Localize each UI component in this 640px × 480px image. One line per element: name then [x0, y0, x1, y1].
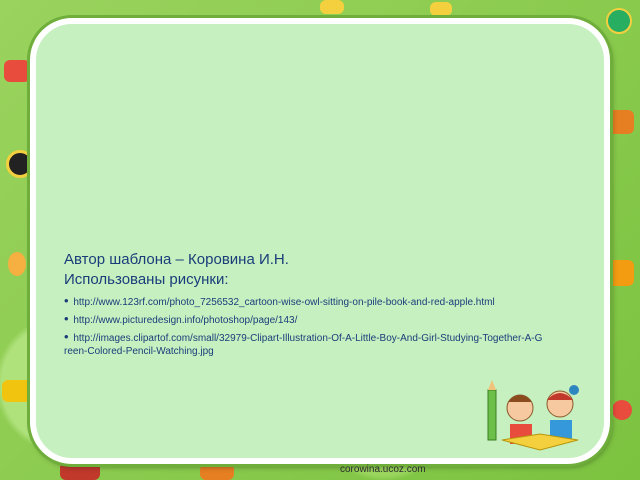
site-footer: corowina.ucoz.com	[340, 464, 426, 475]
image-links-list: • http://www.123rf.com/photo_7256532_car…	[64, 294, 544, 358]
ball-icon	[612, 400, 632, 420]
credits-block: Автор шаблона – Коровина И.Н. Использова…	[64, 250, 544, 361]
author-line: Автор шаблона – Коровина И.Н.	[64, 251, 289, 268]
toy-car-icon	[608, 260, 634, 286]
image-link[interactable]: • http://www.123rf.com/photo_7256532_car…	[64, 294, 544, 309]
kids-reading-icon	[480, 380, 590, 460]
bullet-icon: •	[64, 293, 69, 308]
image-link[interactable]: • http://images.clipartof.com/small/3297…	[64, 330, 544, 358]
image-link-text[interactable]: http://www.123rf.com/photo_7256532_carto…	[73, 297, 494, 308]
toy-car-icon	[320, 0, 344, 14]
toy-car-icon	[200, 464, 234, 480]
ball-icon	[606, 8, 632, 34]
image-link-text[interactable]: http://images.clipartof.com/small/32979-…	[64, 333, 542, 357]
image-link-text[interactable]: http://www.picturedesign.info/photoshop/…	[73, 315, 297, 326]
toy-car-icon	[430, 2, 452, 16]
used-images-label: Использованы рисунки:	[64, 271, 229, 288]
bullet-icon: •	[64, 329, 69, 344]
toy-car-icon	[4, 60, 30, 82]
toy-car-icon	[60, 462, 100, 480]
toy-car-icon	[2, 380, 32, 402]
ball-icon	[8, 252, 26, 276]
bullet-icon: •	[64, 311, 69, 326]
image-link[interactable]: • http://www.picturedesign.info/photosho…	[64, 312, 544, 327]
